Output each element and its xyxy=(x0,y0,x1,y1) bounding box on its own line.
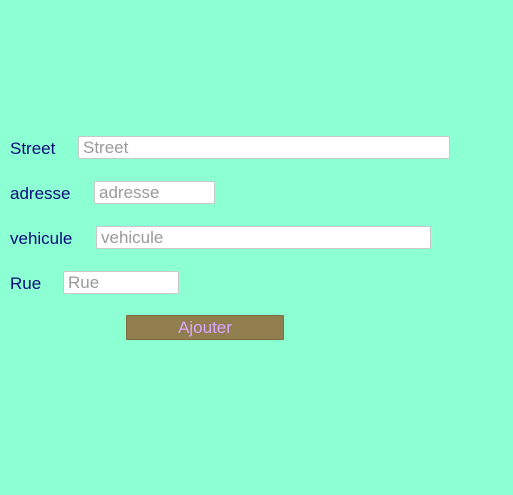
rue-label: Rue xyxy=(10,274,42,293)
adresse-input[interactable] xyxy=(94,181,215,204)
vehicule-input[interactable] xyxy=(96,226,431,249)
ajouter-button[interactable]: Ajouter xyxy=(126,315,284,340)
street-label: Street xyxy=(10,139,56,158)
vehicule-label: vehicule xyxy=(10,229,73,248)
rue-input[interactable] xyxy=(63,271,179,294)
street-input[interactable] xyxy=(78,136,450,159)
adresse-label: adresse xyxy=(10,184,71,203)
